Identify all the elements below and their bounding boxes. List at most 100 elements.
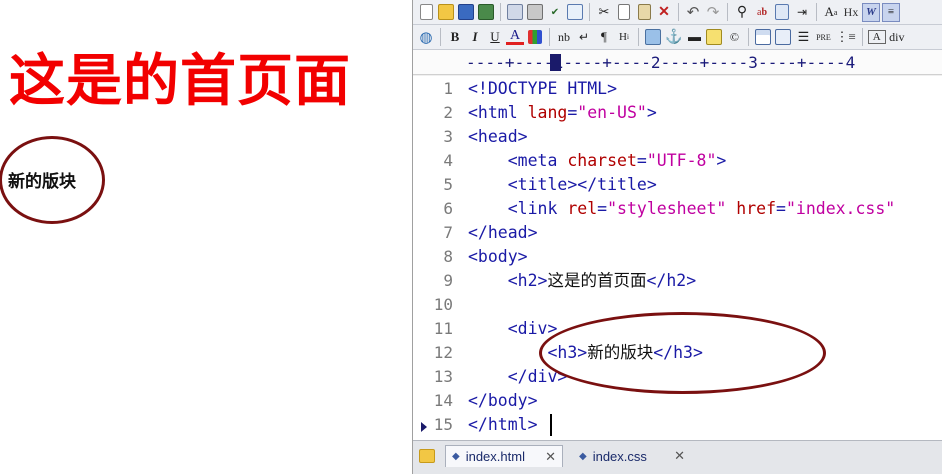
new-file-icon[interactable] bbox=[417, 3, 435, 22]
horizontal-rule-icon[interactable]: ▬ bbox=[685, 28, 703, 47]
font-color-button[interactable]: A bbox=[506, 28, 524, 45]
code-token: > bbox=[716, 151, 727, 170]
code-text: </head> bbox=[468, 221, 538, 245]
paste-icon[interactable] bbox=[635, 3, 653, 22]
cut-icon[interactable]: ✂ bbox=[595, 3, 613, 22]
code-token: </head> bbox=[468, 223, 538, 242]
code-line[interactable]: 15 </html> bbox=[413, 413, 942, 437]
line-number: 11 bbox=[433, 319, 453, 338]
anchor-icon[interactable]: ⚓ bbox=[664, 28, 683, 47]
close-tab-icon[interactable]: ✕ bbox=[674, 448, 685, 464]
code-line[interactable]: 2 <html lang="en-US"> bbox=[413, 101, 942, 125]
underline-button[interactable]: U bbox=[486, 28, 504, 47]
line-number: 2 bbox=[443, 103, 453, 122]
code-token: rel bbox=[567, 199, 598, 218]
bold-button[interactable]: B bbox=[446, 28, 464, 47]
document-tab-bar: ◆ index.html ✕ ◆ index.css ✕ bbox=[413, 440, 942, 474]
toolbar-divider bbox=[589, 3, 590, 21]
tab-index-css[interactable]: ◆ index.css ✕ bbox=[573, 445, 691, 467]
folder-icon[interactable] bbox=[419, 449, 435, 463]
close-tab-icon[interactable]: ✕ bbox=[545, 449, 556, 465]
code-line[interactable]: 5 <title></title> bbox=[413, 173, 942, 197]
code-text: <head> bbox=[468, 125, 528, 149]
undo-icon[interactable]: ↶ bbox=[684, 3, 702, 22]
div-button[interactable]: div bbox=[888, 28, 906, 47]
code-line[interactable]: 3 <head> bbox=[413, 125, 942, 149]
align-icon[interactable]: ☰ bbox=[794, 28, 812, 47]
code-token: lang bbox=[527, 103, 568, 122]
heading-button[interactable]: Hi bbox=[615, 28, 633, 47]
line-number: 12 bbox=[433, 343, 453, 362]
replace-icon[interactable]: ab bbox=[753, 3, 771, 22]
delete-icon[interactable]: ✕ bbox=[655, 3, 673, 22]
copy-icon[interactable] bbox=[615, 3, 633, 22]
code-text: <html lang="en-US"> bbox=[468, 101, 657, 125]
file-diamond-icon: ◆ bbox=[579, 450, 587, 462]
code-area[interactable]: 1 <!DOCTYPE HTML> 2 <html lang="en-US"> 3 <he… bbox=[413, 76, 942, 440]
highlight-icon[interactable] bbox=[705, 28, 723, 47]
globe-icon[interactable]: ◍ bbox=[417, 28, 435, 47]
color-palette-icon[interactable] bbox=[526, 28, 544, 47]
text-caret bbox=[550, 414, 552, 436]
tab-index-html[interactable]: ◆ index.html ✕ bbox=[445, 445, 563, 467]
word-wrap-icon[interactable]: W bbox=[862, 2, 880, 22]
line-number: 8 bbox=[443, 247, 453, 266]
image-icon[interactable] bbox=[644, 28, 662, 47]
font-size-icon[interactable]: Aa bbox=[822, 3, 840, 22]
browser-view-icon[interactable] bbox=[566, 3, 584, 22]
form-icon[interactable] bbox=[774, 28, 792, 47]
line-number: 3 bbox=[443, 127, 453, 146]
code-line[interactable]: 4 <meta charset="UTF-8"> bbox=[413, 149, 942, 173]
code-token: href bbox=[736, 199, 777, 218]
main-toolbar: ✔ ✂ ✕ ↶ ↷ ⚲ ab ⇥ Aa Hx W ≡ bbox=[413, 0, 942, 25]
nbsp-button[interactable]: nb bbox=[555, 28, 573, 47]
line-number: 5 bbox=[443, 175, 453, 194]
table-icon[interactable] bbox=[754, 28, 772, 47]
save-all-icon[interactable] bbox=[477, 3, 495, 22]
list-view-icon[interactable]: ≡ bbox=[882, 2, 900, 22]
toolbar-divider bbox=[748, 28, 750, 46]
tab-label: index.css bbox=[592, 448, 647, 464]
code-line[interactable]: 6 <link rel="stylesheet" href="index.css… bbox=[413, 197, 942, 221]
code-token: "index.css" bbox=[785, 199, 896, 218]
heading-hx-icon[interactable]: Hx bbox=[842, 3, 860, 22]
line-number: 14 bbox=[433, 391, 453, 410]
text-box-icon[interactable]: A bbox=[867, 30, 886, 44]
code-token: </h2> bbox=[646, 271, 697, 290]
open-folder-icon[interactable] bbox=[437, 3, 455, 22]
toolbar-divider bbox=[678, 3, 679, 21]
italic-button[interactable]: I bbox=[466, 28, 484, 47]
indent-icon[interactable]: ⇥ bbox=[793, 3, 811, 22]
code-token: <body> bbox=[468, 247, 528, 266]
code-line[interactable]: 7 </head> bbox=[413, 221, 942, 245]
block-heading: 新的版块 bbox=[8, 172, 76, 192]
redo-icon[interactable]: ↷ bbox=[704, 3, 722, 22]
spellcheck-icon[interactable]: ✔ bbox=[546, 3, 564, 22]
print-icon[interactable] bbox=[526, 3, 544, 22]
code-token: "UTF-8" bbox=[646, 151, 717, 170]
find-in-files-icon[interactable] bbox=[773, 3, 791, 22]
code-token: <div> bbox=[507, 319, 558, 338]
comment-icon[interactable]: © bbox=[725, 28, 743, 47]
line-number: 7 bbox=[443, 223, 453, 242]
code-token: <h2> bbox=[507, 271, 548, 290]
paragraph-button[interactable]: ¶ bbox=[595, 28, 613, 47]
code-token: "stylesheet" bbox=[607, 199, 727, 218]
toolbar-divider bbox=[549, 28, 550, 46]
code-text: <h2>这是的首页面</h2> bbox=[468, 269, 696, 293]
pre-button[interactable]: PRE bbox=[814, 28, 832, 47]
save-icon[interactable] bbox=[457, 3, 475, 22]
code-text: <div> bbox=[468, 317, 558, 341]
ruler-cursor-marker bbox=[550, 54, 561, 71]
line-break-icon[interactable]: ↵ bbox=[575, 28, 593, 47]
code-line[interactable]: 1 <!DOCTYPE HTML> bbox=[413, 77, 942, 101]
code-line[interactable]: 8 <body> bbox=[413, 245, 942, 269]
code-line[interactable]: 9 <h2>这是的首页面</h2> bbox=[413, 269, 942, 293]
find-icon[interactable]: ⚲ bbox=[733, 3, 751, 22]
print-preview-icon[interactable] bbox=[506, 3, 524, 22]
list-icon[interactable]: ⋮≡ bbox=[834, 28, 856, 47]
html-toolbar: ◍ B I U A nb ↵ ¶ Hi ⚓ ▬ © ☰ PRE ⋮≡ A div bbox=[413, 25, 942, 50]
line-number: 6 bbox=[443, 199, 453, 218]
